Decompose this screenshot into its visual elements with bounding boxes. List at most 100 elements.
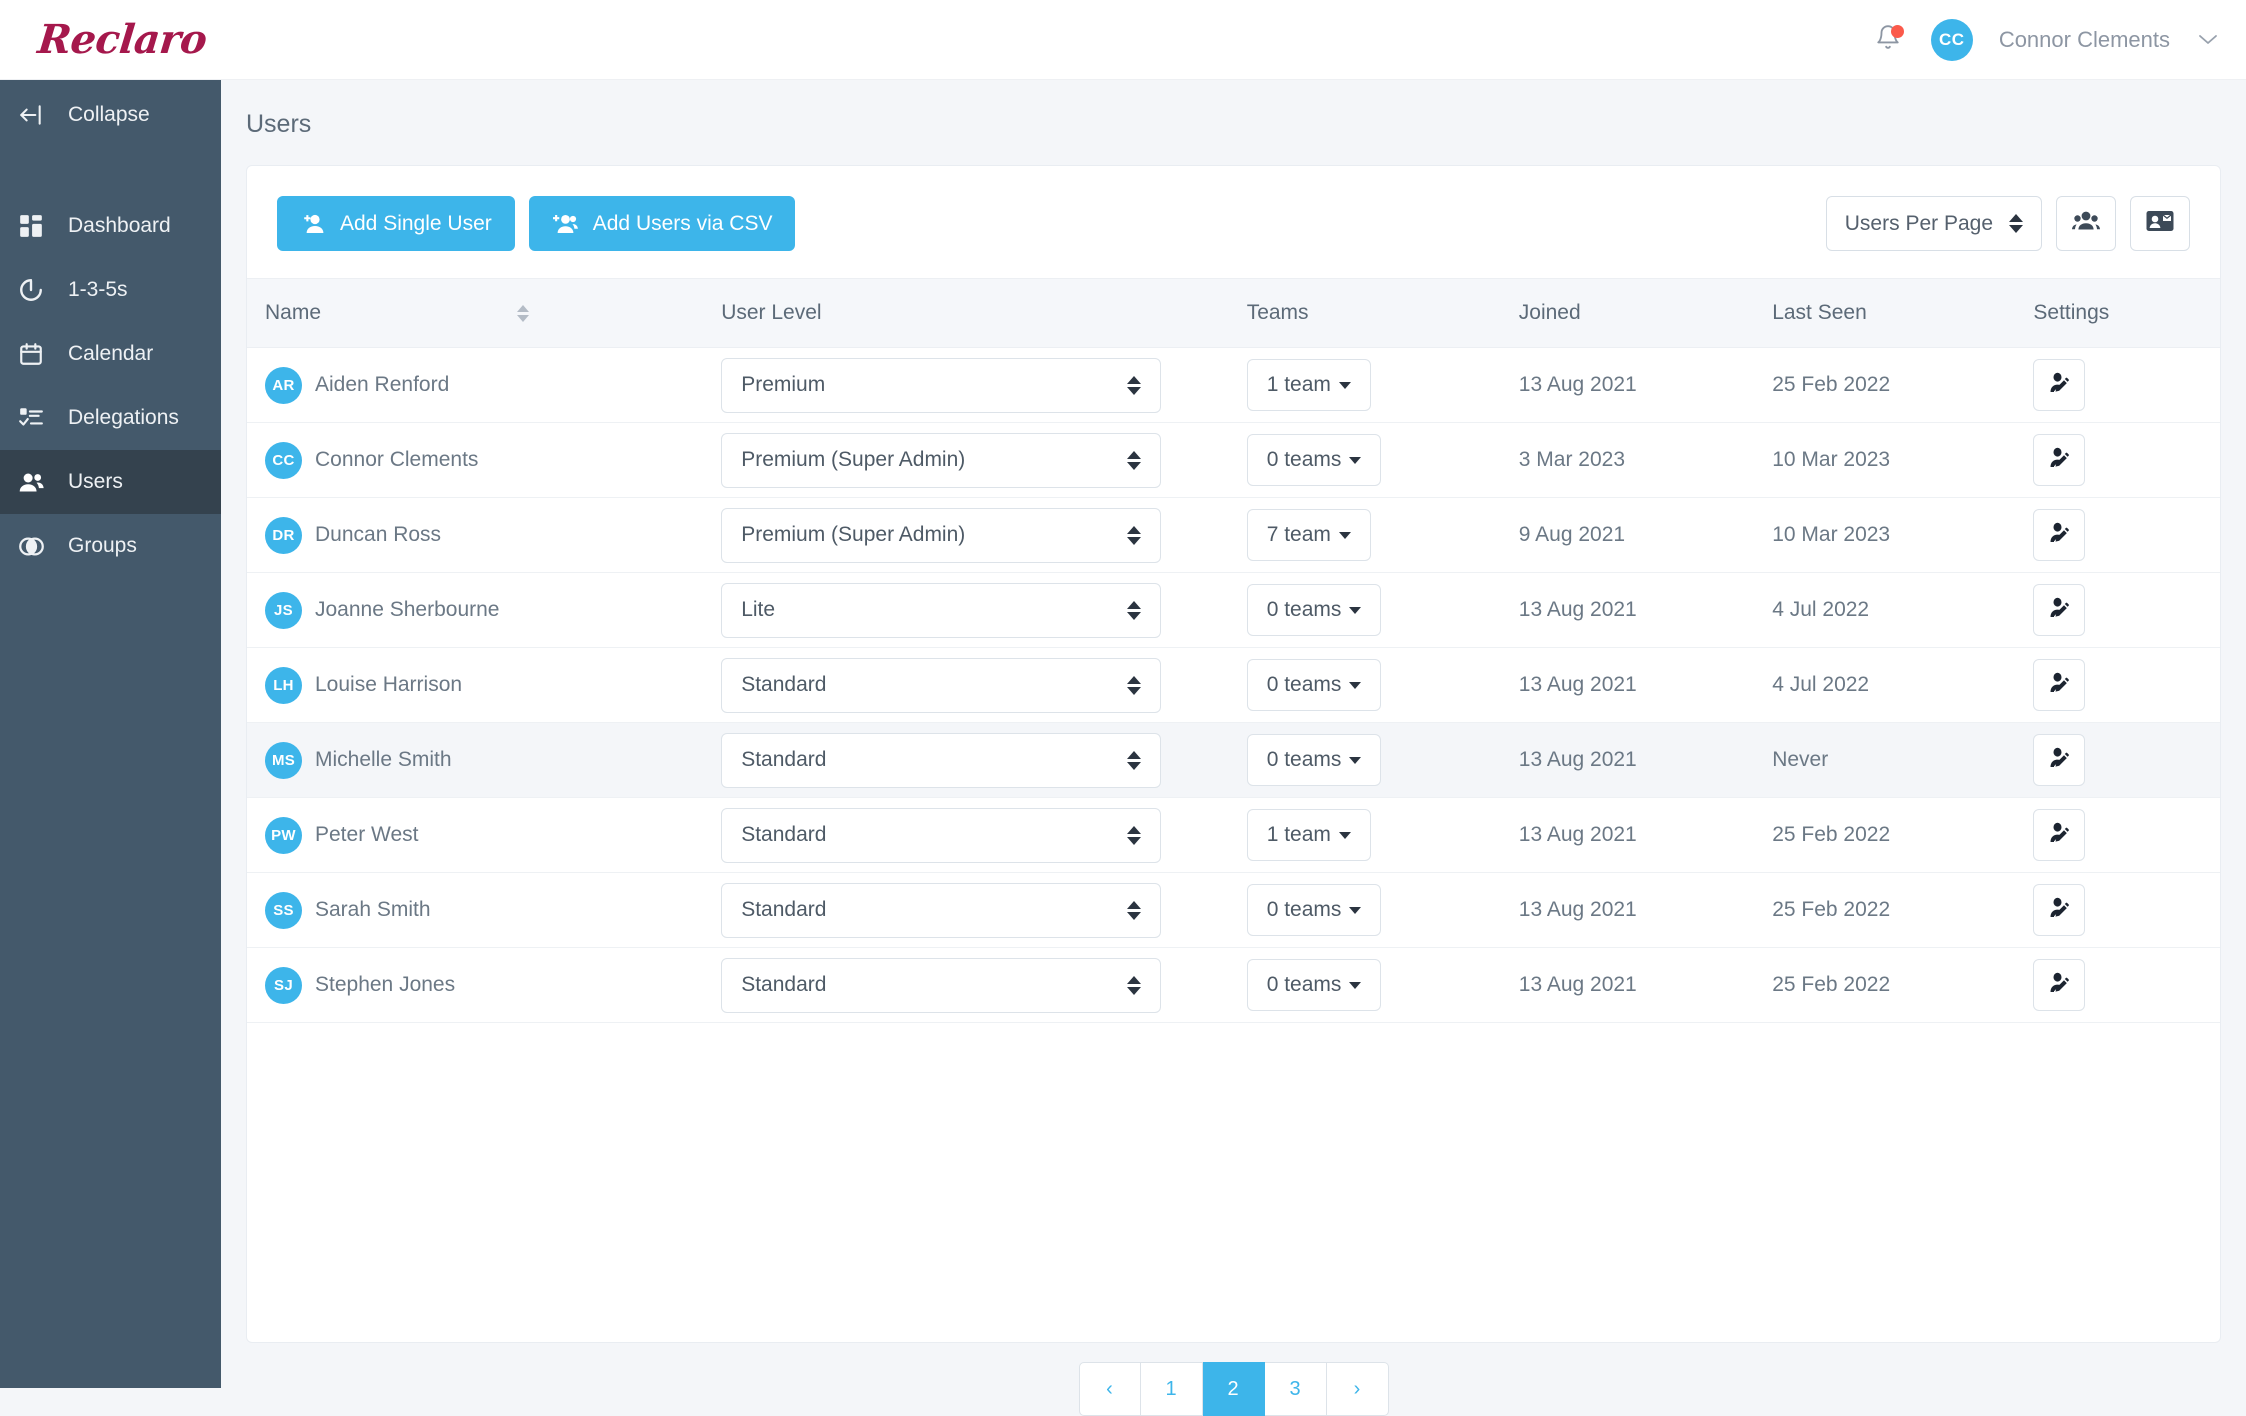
user-name-text: Peter West: [315, 823, 419, 846]
user-level-value: Standard: [741, 973, 827, 996]
edit-user-button[interactable]: [2033, 959, 2086, 1011]
user-menu-label[interactable]: Connor Clements: [1999, 27, 2170, 53]
edit-user-button[interactable]: [2033, 884, 2086, 936]
avatar: CC: [265, 441, 302, 479]
last-seen-date: 4 Jul 2022: [1772, 598, 1870, 621]
invite-card-button[interactable]: [2130, 196, 2190, 251]
pagination-page-‹[interactable]: ‹: [1078, 1362, 1141, 1416]
notifications-button[interactable]: [1871, 21, 1905, 59]
sidebar-item-users[interactable]: Users: [0, 450, 221, 514]
edit-user-button[interactable]: [2033, 659, 2086, 711]
sidebar-item-delegations[interactable]: Delegations: [0, 386, 221, 450]
select-updown-icon: [1127, 975, 1142, 995]
user-level-select[interactable]: Standard: [721, 732, 1162, 788]
sidebar-item-calendar[interactable]: Calendar: [0, 322, 221, 386]
sidebar-item-135s[interactable]: 1-3-5s: [0, 258, 221, 322]
caret-down-icon: [1349, 681, 1362, 689]
user-level-select[interactable]: Standard: [721, 807, 1162, 863]
user-edit-icon: [2047, 446, 2071, 475]
pagination-page-2[interactable]: 2: [1202, 1362, 1265, 1416]
edit-user-button[interactable]: [2033, 584, 2086, 636]
collapse-arrow-icon: [16, 100, 46, 130]
cell-joined: 13 Aug 2021: [1518, 647, 1773, 723]
cell-settings: [2033, 797, 2220, 873]
teams-dropdown-button[interactable]: 1 team: [1246, 359, 1371, 411]
table-row: SJ Stephen Jones Standard 0 teams 13 Aug 202…: [247, 947, 2220, 1023]
teams-dropdown-button[interactable]: 0 teams: [1246, 434, 1382, 486]
user-level-value: Premium (Super Admin): [741, 523, 966, 546]
last-seen-date: 25 Feb 2022: [1772, 898, 1891, 921]
avatar: AR: [265, 366, 302, 404]
avatar: SS: [265, 891, 302, 929]
column-header-name[interactable]: Name: [247, 278, 722, 348]
last-seen-date: 25 Feb 2022: [1772, 373, 1891, 396]
sidebar-item-groups[interactable]: Groups: [0, 514, 221, 578]
table-row: LH Louise Harrison Standard 0 teams 13 Aug 2…: [247, 647, 2220, 723]
cell-user-level: Standard: [721, 722, 1247, 798]
notification-badge-dot: [1890, 24, 1904, 38]
user-level-select[interactable]: Standard: [721, 957, 1162, 1013]
sidebar-collapse-button[interactable]: Collapse: [0, 80, 221, 150]
cell-joined: 13 Aug 2021: [1518, 872, 1773, 948]
teams-dropdown-button[interactable]: 7 team: [1246, 509, 1371, 561]
teams-count-label: 0 teams: [1266, 673, 1342, 696]
user-edit-icon: [2047, 821, 2071, 850]
cell-teams: 0 teams: [1246, 647, 1519, 723]
user-level-select[interactable]: Premium (Super Admin): [721, 432, 1162, 488]
cell-name: AR Aiden Renford: [247, 347, 722, 423]
last-seen-date: 25 Feb 2022: [1772, 973, 1891, 996]
bulk-users-button[interactable]: [2056, 196, 2116, 251]
toolbar-right-group: Users Per Page: [1825, 196, 2190, 251]
app-logo[interactable]: Reclaro: [36, 16, 209, 63]
add-single-user-button[interactable]: Add Single User: [277, 196, 515, 251]
user-level-select[interactable]: Lite: [721, 582, 1162, 638]
teams-dropdown-button[interactable]: 0 teams: [1246, 734, 1382, 786]
joined-date: 13 Aug 2021: [1518, 673, 1637, 696]
users-per-page-select[interactable]: Users Per Page: [1825, 196, 2042, 251]
cell-user-level: Lite: [721, 572, 1247, 648]
table-row: DR Duncan Ross Premium (Super Admin) 7 team…: [247, 497, 2220, 573]
teams-count-label: 0 teams: [1266, 898, 1342, 921]
pagination-page-3[interactable]: 3: [1264, 1362, 1327, 1416]
cell-name: LH Louise Harrison: [247, 647, 722, 723]
edit-user-button[interactable]: [2033, 734, 2086, 786]
pagination-page-›[interactable]: ›: [1326, 1362, 1389, 1416]
sidebar-item-label: Users: [68, 470, 123, 493]
cell-settings: [2033, 572, 2220, 648]
pagination-page-1[interactable]: 1: [1140, 1362, 1203, 1416]
sidebar-item-label: Delegations: [68, 406, 179, 429]
cell-user-level: Premium (Super Admin): [721, 497, 1247, 573]
edit-user-button[interactable]: [2033, 359, 2086, 411]
user-name-text: Connor Clements: [315, 448, 479, 471]
user-level-select[interactable]: Standard: [721, 657, 1162, 713]
cell-user-level: Standard: [721, 797, 1247, 873]
teams-dropdown-button[interactable]: 0 teams: [1246, 659, 1382, 711]
cell-name: MS Michelle Smith: [247, 722, 722, 798]
edit-user-button[interactable]: [2033, 509, 2086, 561]
edit-user-button[interactable]: [2033, 809, 2086, 861]
sort-indicator-icon[interactable]: [516, 304, 529, 322]
select-updown-icon: [1127, 525, 1142, 545]
teams-dropdown-button[interactable]: 0 teams: [1246, 884, 1382, 936]
teams-count-label: 0 teams: [1266, 973, 1342, 996]
teams-count-label: 1 team: [1266, 823, 1331, 846]
user-level-select[interactable]: Standard: [721, 882, 1162, 938]
teams-dropdown-button[interactable]: 1 team: [1246, 809, 1371, 861]
user-level-select[interactable]: Premium (Super Admin): [721, 507, 1162, 563]
last-seen-date: 25 Feb 2022: [1772, 823, 1891, 846]
teams-dropdown-button[interactable]: 0 teams: [1246, 959, 1382, 1011]
teams-dropdown-button[interactable]: 0 teams: [1246, 584, 1382, 636]
avatar[interactable]: CC: [1930, 18, 1973, 61]
cell-joined: 13 Aug 2021: [1518, 572, 1773, 648]
chevron-down-icon[interactable]: [2198, 30, 2218, 50]
add-users-csv-button[interactable]: Add Users via CSV: [528, 196, 796, 251]
main-content: Users Add Single User Add Users via CSV …: [221, 80, 2246, 1416]
select-updown-icon: [1127, 900, 1142, 920]
user-level-select[interactable]: Premium: [721, 357, 1162, 413]
progress-circle-icon: [16, 275, 46, 305]
sidebar-item-dashboard[interactable]: Dashboard: [0, 194, 221, 258]
edit-user-button[interactable]: [2033, 434, 2086, 486]
user-name-text: Sarah Smith: [315, 898, 431, 921]
cell-name: SJ Stephen Jones: [247, 947, 722, 1023]
